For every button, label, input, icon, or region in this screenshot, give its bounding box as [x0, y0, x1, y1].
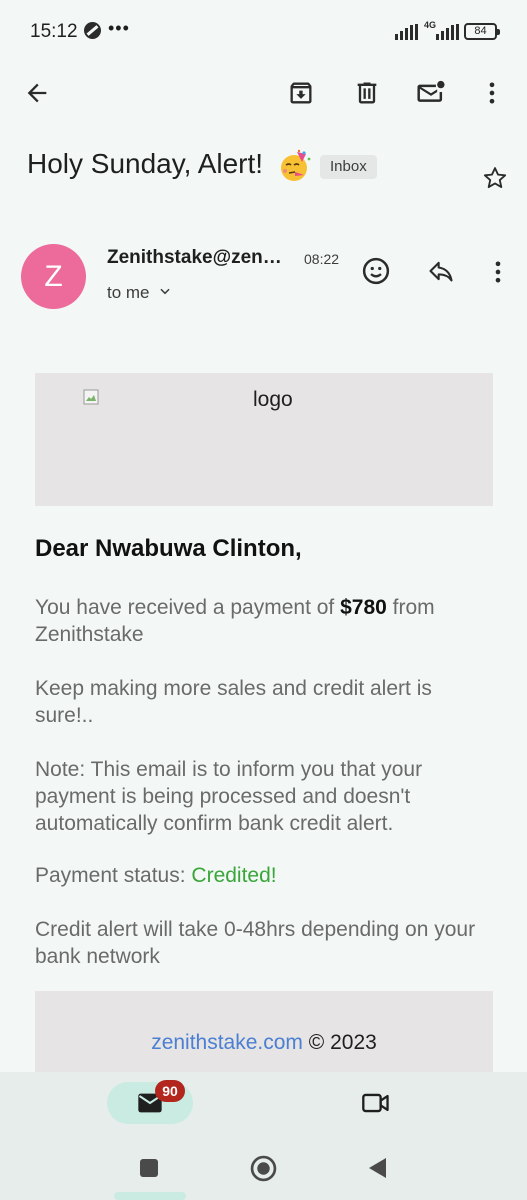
timing-paragraph: Credit alert will take 0-48hrs depending…: [35, 918, 476, 968]
battery-indicator: 84: [464, 23, 500, 40]
payment-status-value: Credited!: [191, 864, 277, 887]
partying-face-emoji-icon: [277, 148, 313, 184]
payment-amount: $780: [340, 596, 387, 619]
signal-strength-2-icon: [436, 24, 459, 40]
trash-icon[interactable]: [353, 79, 381, 107]
signal-strength-icon: [395, 24, 418, 40]
payment-paragraph: You have received a payment of $780 from…: [35, 594, 495, 648]
chevron-down-icon: [158, 283, 172, 303]
sender-more-options-icon[interactable]: [484, 258, 512, 286]
gmail-email-view: 15:12 ••• 4G 84 Holy Sunday, Alert! Inbo…: [0, 0, 527, 1200]
status-bar: 15:12 ••• 4G 84: [0, 0, 527, 62]
back-arrow-icon[interactable]: [23, 79, 51, 107]
payment-prefix: You have received a payment of: [35, 596, 341, 619]
inbox-label-chip[interactable]: Inbox: [320, 155, 377, 179]
sender-avatar[interactable]: Z: [21, 244, 86, 309]
reply-icon[interactable]: [427, 257, 455, 285]
logo-alt-text: logo: [253, 388, 293, 411]
video-camera-icon[interactable]: [361, 1090, 391, 1116]
bottom-navigation: 90: [0, 1072, 527, 1200]
system-back-triangle-icon[interactable]: [367, 1157, 387, 1179]
recents-square-icon[interactable]: [139, 1158, 159, 1178]
note-paragraph: Note: This email is to inform you that y…: [35, 758, 423, 835]
star-icon[interactable]: [481, 164, 509, 192]
email-subject: Holy Sunday, Alert!: [27, 148, 264, 179]
recipient-details[interactable]: to me: [107, 283, 172, 303]
email-time: 08:22: [304, 251, 340, 267]
emoji-reaction-icon[interactable]: [361, 256, 391, 286]
email-greeting: Dear Nwabuwa Clinton,: [35, 535, 302, 562]
network-type-label: 4G: [424, 20, 437, 30]
sender-name[interactable]: Zenithstake@zen…: [107, 247, 282, 269]
payment-status-paragraph: Payment status: Credited!: [35, 862, 495, 889]
archive-icon[interactable]: [287, 79, 315, 107]
more-notifications-icon: •••: [108, 18, 130, 38]
gesture-handle: [114, 1192, 186, 1200]
more-options-icon[interactable]: [478, 79, 506, 107]
footer-link[interactable]: zenithstake.com: [151, 1031, 303, 1054]
do-not-disturb-icon: [84, 22, 101, 39]
broken-image-icon: [83, 389, 99, 405]
unread-count-badge: 90: [155, 1080, 185, 1102]
footer-text: zenithstake.com © 2023: [35, 1031, 493, 1055]
home-circle-icon[interactable]: [250, 1155, 277, 1182]
recipient-label: to me: [107, 283, 150, 302]
payment-status-label: Payment status:: [35, 864, 192, 887]
footer-copyright: © 2023: [302, 1031, 377, 1054]
encouragement-paragraph: Keep making more sales and credit alert …: [35, 677, 432, 727]
mark-unread-icon[interactable]: [415, 77, 447, 107]
status-time: 15:12: [30, 21, 78, 42]
